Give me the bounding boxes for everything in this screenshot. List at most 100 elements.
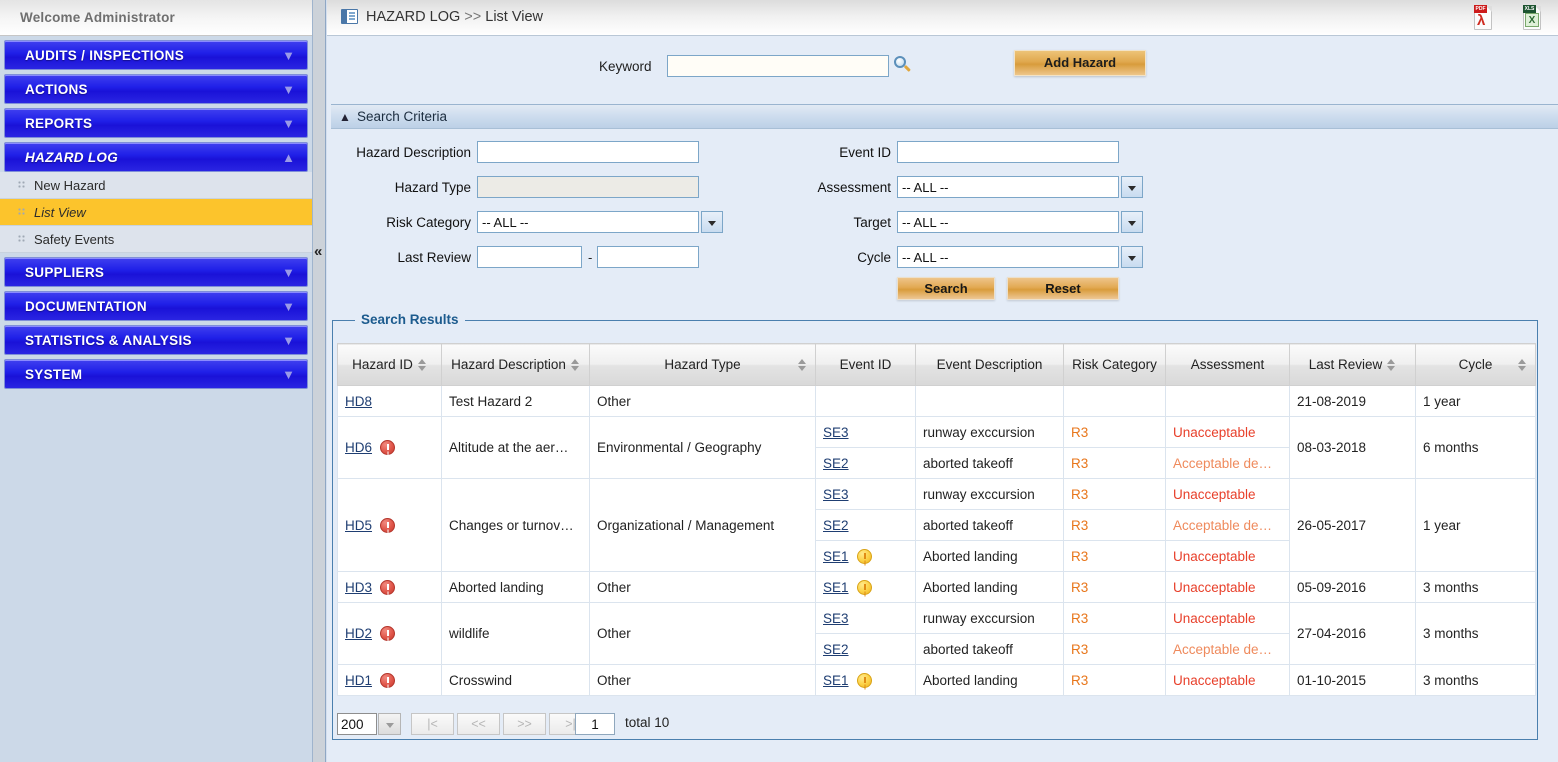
column-header-cycle[interactable]: Cycle [1415, 343, 1536, 386]
event-id-link[interactable]: SE1 [823, 580, 849, 595]
page-size-input[interactable] [337, 713, 377, 735]
sidebar-group-suppliers[interactable]: SUPPLIERS ▼ [4, 257, 308, 287]
export-excel-icon[interactable]: XLS X [1519, 4, 1545, 32]
keyword-input[interactable] [667, 55, 889, 77]
sort-arrows-icon[interactable] [417, 358, 427, 372]
breadcrumb-root[interactable]: HAZARD LOG [366, 9, 460, 25]
sidebar-group-system[interactable]: SYSTEM ▼ [4, 359, 308, 389]
risk-category-dropdown-arrow[interactable] [701, 211, 723, 233]
sidebar-collapse-handle[interactable]: « [313, 0, 326, 762]
event-alert-icon [856, 579, 872, 595]
cycle-dropdown-arrow[interactable] [1121, 246, 1143, 268]
sidebar-group-documentation[interactable]: DOCUMENTATION ▼ [4, 291, 308, 321]
event-id-link[interactable]: SE3 [823, 611, 849, 626]
assessment-dropdown-arrow[interactable] [1121, 176, 1143, 198]
column-header-assessment: Assessment [1165, 343, 1290, 386]
chevron-down-icon: ▼ [282, 82, 295, 97]
page-size-dropdown-arrow[interactable] [378, 713, 401, 735]
hazard-id-link[interactable]: HD1 [345, 673, 372, 688]
sort-arrows-icon[interactable] [1518, 358, 1527, 372]
sort-arrows-icon[interactable] [570, 358, 580, 372]
sidebar-item-list-view[interactable]: List View [0, 199, 312, 226]
event-id-input[interactable] [897, 141, 1119, 163]
search-icon[interactable] [894, 56, 912, 74]
sort-arrows-icon[interactable] [798, 358, 807, 372]
sidebar-group-reports[interactable]: REPORTS ▼ [4, 108, 308, 138]
reset-button[interactable]: Reset [1007, 277, 1119, 300]
assessment-cell [1165, 385, 1290, 417]
risk-category-cell: R3 [1063, 571, 1166, 603]
event-id-link[interactable]: SE1 [823, 673, 849, 688]
hazard-type-label: Hazard Type [394, 180, 471, 195]
column-header-hazard-id[interactable]: Hazard ID [337, 343, 442, 386]
event-id-link[interactable]: SE2 [823, 642, 849, 657]
last-review-cell: 27-04-2016 [1289, 602, 1416, 665]
last-review-to-input[interactable] [597, 246, 699, 268]
column-header-label: Last Review [1308, 356, 1383, 372]
sidebar-group-statistics-analysis[interactable]: STATISTICS & ANALYSIS ▼ [4, 325, 308, 355]
next-page-button[interactable]: >> [503, 713, 546, 735]
sidebar-item-label: List View [34, 205, 86, 220]
event-id-link[interactable]: SE3 [823, 487, 849, 502]
hazard-id-link[interactable]: HD6 [345, 440, 372, 455]
sidebar-group-actions[interactable]: ACTIONS ▼ [4, 74, 308, 104]
event-description-cell: runway exccursion [915, 478, 1064, 510]
hazard-id-cell: HD6 [337, 416, 442, 479]
last-review-from-input[interactable] [477, 246, 582, 268]
column-header-event-description: Event Description [915, 343, 1064, 386]
column-header-hazard-description[interactable]: Hazard Description [441, 343, 590, 386]
chevron-down-icon: ▼ [282, 48, 295, 63]
previous-page-button[interactable]: << [457, 713, 500, 735]
event-id-link[interactable]: SE2 [823, 518, 849, 533]
cycle-cell: 6 months [1415, 416, 1536, 479]
event-description-text: runway exccursion [923, 486, 1035, 502]
risk-category-text: R3 [1071, 486, 1089, 502]
sidebar-item-new-hazard[interactable]: New Hazard [0, 172, 312, 199]
search-button[interactable]: Search [897, 277, 995, 300]
sidebar-group-hazard-log[interactable]: HAZARD LOG ▲ [4, 142, 308, 172]
page-number-input[interactable] [575, 713, 615, 735]
export-pdf-icon[interactable]: PDF λ [1470, 4, 1496, 32]
hazard-type-input[interactable] [477, 176, 699, 198]
risk-category-select[interactable] [477, 211, 699, 233]
first-page-button[interactable]: |< [411, 713, 454, 735]
cycle-cell: 1 year [1415, 478, 1536, 572]
hazard-alert-icon [380, 517, 396, 533]
column-header-last-review[interactable]: Last Review [1289, 343, 1416, 386]
last-review-cell: 05-09-2016 [1289, 571, 1416, 603]
column-header-hazard-type[interactable]: Hazard Type [589, 343, 816, 386]
sidebar-group-audits-inspections[interactable]: AUDITS / INSPECTIONS ▼ [4, 40, 308, 70]
hazard-id-cell: HD1 [337, 664, 442, 696]
hazard-type-text: Other [597, 393, 631, 409]
add-hazard-button[interactable]: Add Hazard [1014, 50, 1146, 76]
hazard-alert-icon [380, 626, 396, 641]
risk-category-cell: R3 [1063, 633, 1166, 665]
event-id-link[interactable]: SE3 [823, 425, 849, 440]
event-id-link[interactable]: SE2 [823, 456, 849, 471]
hazard-description-input[interactable] [477, 141, 699, 163]
hazard-id-link[interactable]: HD5 [345, 518, 372, 533]
event-id-link[interactable]: SE1 [823, 549, 849, 564]
cycle-cell: 1 year [1415, 385, 1536, 417]
results-table-body: HD8 Test Hazard 2 Other 21-08-2019 1 year HD6… [337, 385, 1536, 696]
assessment-select[interactable] [897, 176, 1119, 198]
hazard-id-link[interactable]: HD2 [345, 626, 372, 641]
cycle-text: 1 year [1423, 517, 1461, 533]
event-description-cell: Aborted landing [915, 571, 1064, 603]
hazard-id-link[interactable]: HD3 [345, 580, 372, 595]
sort-arrows-icon[interactable] [1387, 358, 1396, 372]
last-review-cell: 26-05-2017 [1289, 478, 1416, 572]
search-criteria-header[interactable]: ▲ Search Criteria [331, 105, 1558, 129]
hazard-id-link[interactable]: HD8 [345, 394, 372, 409]
target-dropdown-arrow[interactable] [1121, 211, 1143, 233]
sidebar-item-safety-events[interactable]: Safety Events [0, 226, 312, 253]
risk-category-cell: R3 [1063, 602, 1166, 634]
cycle-select[interactable] [897, 246, 1119, 268]
sidebar-group-label: ACTIONS [25, 82, 88, 97]
breadcrumb-separator: >> [464, 9, 482, 25]
hazard-description-cell: Crosswind [441, 664, 590, 696]
assessment-cell: Unacceptable [1165, 571, 1290, 603]
sidebar-group-label: SYSTEM [25, 367, 83, 382]
chevron-down-icon: ▼ [282, 265, 295, 280]
target-select[interactable] [897, 211, 1119, 233]
